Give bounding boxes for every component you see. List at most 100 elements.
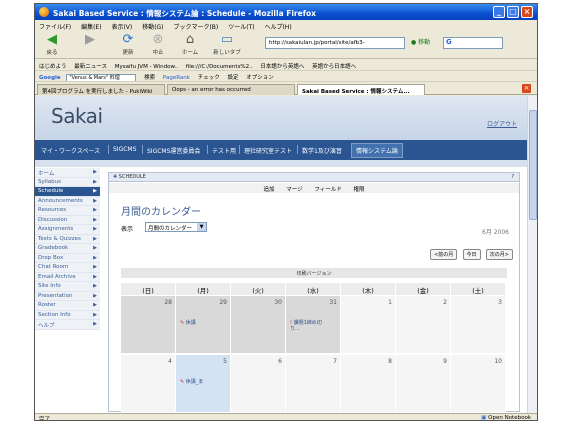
help-icon[interactable]: ? bbox=[511, 174, 514, 180]
site-tab-sigcms[interactable]: SIGCMS bbox=[113, 146, 136, 153]
tool-email-archive[interactable]: Email Archive ▶ bbox=[35, 272, 100, 282]
bookmark-item[interactable]: はじめよう bbox=[39, 64, 67, 70]
tool-drop-box[interactable]: Drop Box ▶ bbox=[35, 253, 100, 263]
tool-tests-quizzes[interactable]: Tests & Quizzes ▶ bbox=[35, 234, 100, 244]
site-tab-workspace[interactable]: マイ・ワークスペース bbox=[41, 146, 100, 155]
forward-button[interactable]: ▶ bbox=[79, 33, 101, 48]
status-text: 完了 bbox=[39, 417, 51, 421]
weekday-header: (日) (月) (火) (水) (木) (金) (土) bbox=[121, 283, 507, 295]
close-button[interactable]: × bbox=[521, 6, 533, 18]
calendar-event[interactable]: ! 課題1締め切り... bbox=[290, 320, 324, 332]
search-box[interactable]: G bbox=[443, 37, 503, 49]
tool-site-info[interactable]: Site Info ▶ bbox=[35, 282, 100, 292]
site-tab-math[interactable]: 数学1及び演習 bbox=[302, 146, 342, 155]
tool-syllabus[interactable]: Syllabus ▶ bbox=[35, 177, 100, 187]
home-button[interactable]: ⌂ ホーム bbox=[179, 33, 201, 57]
tool-arrow-icon: ▶ bbox=[93, 178, 97, 185]
reload-label: 更新 bbox=[122, 50, 134, 56]
calendar-day[interactable]: 9 bbox=[396, 355, 451, 413]
calendar-event[interactable]: ✎ 休講_ま bbox=[180, 379, 203, 385]
tool-gradebook[interactable]: Gradebook ▶ bbox=[35, 244, 100, 254]
calendar-day[interactable]: 6 bbox=[231, 355, 286, 413]
google-options-button[interactable]: オプション bbox=[246, 75, 274, 81]
back-button[interactable]: ◀ 戻る bbox=[41, 33, 63, 57]
tool-roster[interactable]: Roster ▶ bbox=[35, 301, 100, 311]
menu-view[interactable]: 表示(V) bbox=[111, 24, 132, 31]
calendar-day[interactable]: 31 ! 課題1締め切り... bbox=[286, 296, 341, 354]
tool-arrow-icon: ▶ bbox=[93, 292, 97, 299]
google-search-button[interactable]: 検索 bbox=[144, 75, 155, 81]
stop-button[interactable]: ⊗ 中止 bbox=[147, 33, 169, 57]
bookmark-item[interactable]: 最新ニュース bbox=[74, 64, 107, 70]
view-select[interactable]: 月間のカレンダー ▼ bbox=[145, 222, 207, 232]
tool-assignments[interactable]: Assignments ▶ bbox=[35, 225, 100, 235]
google-search-field[interactable]: "Venus & Mars" 料理 bbox=[66, 73, 137, 81]
reload-button[interactable]: ⟳ 更新 bbox=[117, 33, 139, 57]
calendar-day[interactable]: 8 bbox=[341, 355, 396, 413]
address-bar[interactable]: http://sakaiulan.jp/portal/site/afb3- bbox=[265, 37, 405, 49]
menu-bookmarks[interactable]: ブックマーク(B) bbox=[173, 24, 218, 31]
bookmark-item[interactable]: Mysaifu JVM - Window.. bbox=[115, 64, 178, 70]
menu-add[interactable]: 追加 bbox=[263, 187, 274, 193]
maximize-button[interactable]: □ bbox=[507, 6, 519, 18]
tool-discussion[interactable]: Discussion ▶ bbox=[35, 215, 100, 225]
bookmark-item[interactable]: 日本語から英語へ bbox=[260, 64, 304, 70]
tool-help[interactable]: ヘルプ ▶ bbox=[35, 320, 100, 330]
spell-check-button[interactable]: チェック bbox=[198, 75, 220, 81]
tab-error[interactable]: Oops - an error has occurred bbox=[167, 84, 295, 95]
site-tab-lab-test[interactable]: 理社研究室テスト bbox=[244, 146, 292, 155]
new-tab-button[interactable]: ▭ 新しいタブ bbox=[211, 33, 243, 57]
portlet-title: SCHEDULE bbox=[118, 174, 146, 180]
site-tab-sigcms-committee[interactable]: SIGCMS運営委員会 bbox=[147, 146, 200, 155]
tool-schedule[interactable]: Schedule ▶ bbox=[35, 187, 100, 197]
tool-announcements[interactable]: Announcements ▶ bbox=[35, 196, 100, 206]
tool-resources[interactable]: Resources ▶ bbox=[35, 206, 100, 216]
calendar-day[interactable]: 10 bbox=[451, 355, 506, 413]
close-tab-icon[interactable]: × bbox=[522, 84, 531, 93]
calendar-day[interactable]: 28 bbox=[121, 296, 176, 354]
prev-month-button[interactable]: <前の月 bbox=[430, 249, 458, 260]
next-month-button[interactable]: 次の月> bbox=[485, 249, 513, 260]
logout-link[interactable]: ログアウト bbox=[487, 119, 517, 128]
calendar-day[interactable]: 2 bbox=[396, 296, 451, 354]
bookmark-item[interactable]: 英語から日本語へ bbox=[312, 64, 356, 70]
today-button[interactable]: 今日 bbox=[462, 249, 481, 260]
site-tab-test[interactable]: テスト用 bbox=[212, 146, 236, 155]
tool-arrow-icon: ▶ bbox=[93, 264, 97, 270]
google-settings-button[interactable]: 設定 bbox=[227, 75, 238, 81]
tool-presentation[interactable]: Presentation ▶ bbox=[35, 291, 100, 301]
status-bar: 完了 ▣ Open Notebook bbox=[35, 413, 537, 421]
calendar-day[interactable]: 1 bbox=[341, 296, 396, 354]
open-notebook-button[interactable]: ▣ Open Notebook bbox=[481, 415, 531, 420]
day-number: 6 bbox=[278, 358, 282, 365]
calendar-day[interactable]: 3 bbox=[451, 296, 506, 354]
print-version-link[interactable]: 印刷バージョン bbox=[121, 268, 507, 278]
go-button[interactable]: ● 移動 bbox=[411, 37, 430, 46]
site-tab-info-systems[interactable]: 情報システム論 bbox=[351, 143, 403, 158]
menu-edit[interactable]: 編集(E) bbox=[81, 24, 101, 31]
calendar-day[interactable]: 29 ✎ 休講 bbox=[176, 296, 231, 354]
tool-section-info[interactable]: Section Info ▶ bbox=[35, 310, 100, 320]
vertical-scrollbar[interactable] bbox=[527, 96, 537, 413]
tool-home[interactable]: ホーム ▶ bbox=[35, 168, 100, 178]
tab-sakai[interactable]: Sakai Based Service : 情報システム... bbox=[297, 84, 425, 95]
scrollbar-thumb[interactable] bbox=[529, 110, 537, 220]
menu-file[interactable]: ファイル(F) bbox=[39, 24, 71, 31]
tool-chat-room[interactable]: Chat Room ▶ bbox=[35, 263, 100, 273]
calendar-day-today[interactable]: 5 ✎ 休講_ま bbox=[176, 355, 231, 413]
calendar-event[interactable]: ✎ 休講 bbox=[180, 320, 196, 326]
pagerank-indicator[interactable]: PageRank bbox=[163, 75, 190, 81]
tab-pukiwiki[interactable]: 第4回プログラム を実行しました - PukiWiki bbox=[37, 84, 165, 95]
calendar-day[interactable]: 30 bbox=[231, 296, 286, 354]
bookmark-item[interactable]: file:///C:/Documents%2.. bbox=[186, 64, 253, 70]
menu-tools[interactable]: ツール(T) bbox=[228, 24, 254, 31]
menu-merge[interactable]: マージ bbox=[286, 187, 302, 193]
reset-icon[interactable]: ✚ bbox=[113, 174, 117, 180]
menu-permissions[interactable]: 権限 bbox=[354, 187, 365, 193]
menu-go[interactable]: 移動(G) bbox=[142, 24, 163, 31]
minimize-button[interactable]: _ bbox=[493, 6, 505, 18]
calendar-day[interactable]: 4 bbox=[121, 355, 176, 413]
menu-help[interactable]: ヘルプ(H) bbox=[264, 24, 291, 31]
menu-fields[interactable]: フィールド bbox=[314, 187, 341, 193]
calendar-day[interactable]: 7 bbox=[286, 355, 341, 413]
